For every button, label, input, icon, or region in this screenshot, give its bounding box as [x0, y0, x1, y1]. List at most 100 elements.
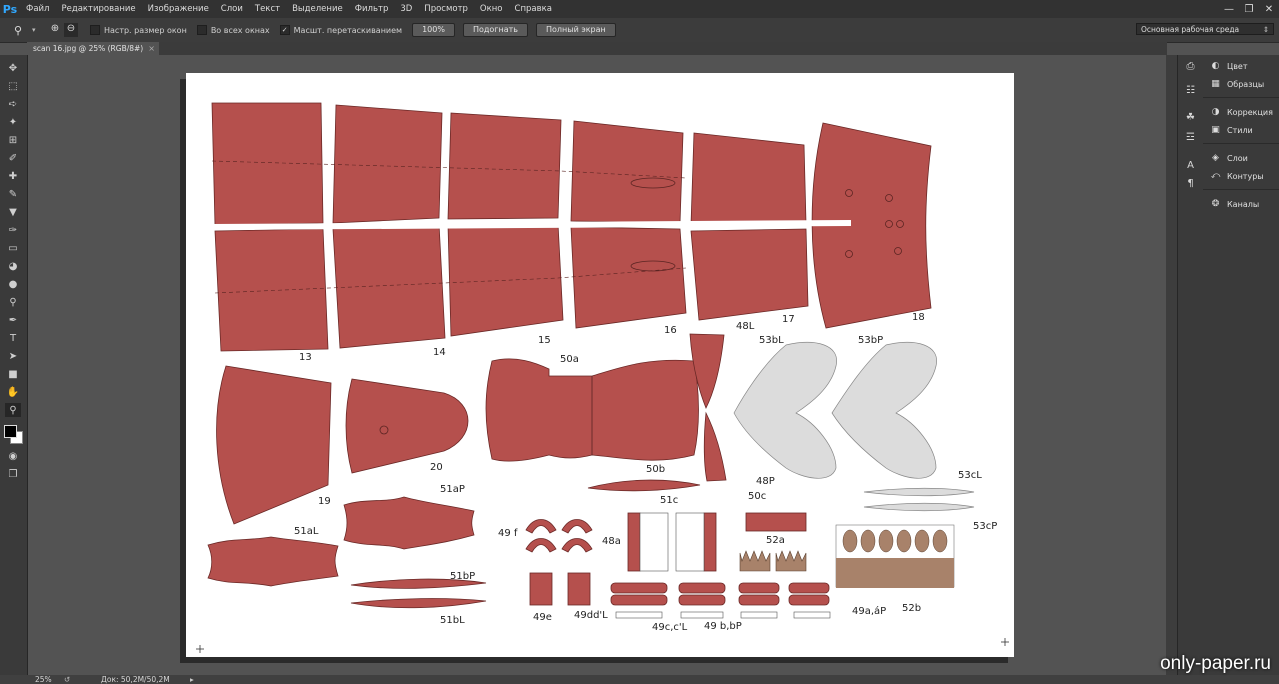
- panel-color[interactable]: ◐ Цвет: [1209, 58, 1248, 74]
- part-49f-arc-1: [525, 519, 557, 534]
- crop-tool-icon[interactable]: ⊞: [5, 133, 21, 147]
- minimize-icon[interactable]: —: [1219, 0, 1239, 18]
- tools-panel: ✥ ⬚ ➪ ✦ ⊞ ✐ ✚ ✎ ▼ ✑ ▭ ◕ ● ⚲ ✒ T ➤ ■ ✋ ⚲ …: [0, 55, 28, 675]
- part-49aa-2: [738, 594, 780, 606]
- checkbox-box: [90, 25, 100, 35]
- screen-mode-icon[interactable]: ❐: [5, 467, 21, 481]
- menu-filter[interactable]: Фильтр: [349, 4, 395, 14]
- menu-file[interactable]: Файл: [20, 4, 55, 14]
- brush-tool-icon[interactable]: ✎: [5, 187, 21, 201]
- paint-bucket-tool-icon[interactable]: ◕: [5, 259, 21, 273]
- rectangle-tool-icon[interactable]: ■: [5, 367, 21, 381]
- restore-icon[interactable]: ❐: [1239, 0, 1259, 18]
- eraser-tool-icon[interactable]: ▭: [5, 241, 21, 255]
- part-53bP: [831, 342, 937, 479]
- paths-icon: ⤺: [1210, 171, 1221, 181]
- part-49bb-2: [678, 594, 726, 606]
- menu-3d[interactable]: 3D: [394, 4, 418, 14]
- chevron-updown-icon: ⇕: [1262, 25, 1269, 34]
- label-52a: 52a: [766, 535, 785, 546]
- character-panel-icon[interactable]: A: [1184, 159, 1197, 172]
- zoom-tool-preset-icon[interactable]: ⚲: [14, 24, 32, 37]
- info-icon[interactable]: ↺: [64, 675, 70, 684]
- type-tool-icon[interactable]: T: [5, 331, 21, 345]
- resize-windows-checkbox[interactable]: Настр. размер окон: [90, 25, 187, 35]
- part-53cL: [863, 487, 975, 497]
- menu-window[interactable]: Окно: [474, 4, 509, 14]
- part-49dd: [567, 572, 591, 606]
- brush-presets-icon[interactable]: ☘: [1184, 111, 1197, 124]
- lasso-tool-icon[interactable]: ➪: [5, 97, 21, 111]
- label-48P: 48P: [756, 476, 775, 487]
- part-49-strip-1: [615, 611, 663, 619]
- history-panel-icon[interactable]: ⎙: [1184, 60, 1197, 73]
- hand-tool-icon[interactable]: ✋: [5, 385, 21, 399]
- document-canvas[interactable]: 13 14 15 16 17 18 19 20 50a 48L 48P 53bL…: [186, 73, 1014, 657]
- part-52b-blade-3: [878, 529, 894, 553]
- menu-layers[interactable]: Слои: [215, 4, 249, 14]
- label-51c: 51c: [660, 495, 678, 506]
- history-brush-tool-icon[interactable]: ✑: [5, 223, 21, 237]
- eyedropper-tool-icon[interactable]: ✐: [5, 151, 21, 165]
- status-menu-icon[interactable]: ▸: [190, 675, 194, 684]
- close-tab-icon[interactable]: ×: [148, 42, 155, 55]
- watermark: only-paper.ru: [1160, 653, 1271, 674]
- panel-label: Слои: [1227, 153, 1248, 163]
- panel-paths[interactable]: ⤺ Контуры: [1209, 168, 1264, 184]
- document-tab-title: scan 16.jpg @ 25% (RGB/8#): [33, 44, 144, 53]
- all-windows-checkbox[interactable]: Во всех окнах: [196, 25, 270, 35]
- panel-styles[interactable]: ▣ Стили: [1209, 122, 1253, 138]
- panel-swatches[interactable]: ▦ Образцы: [1209, 76, 1264, 92]
- path-selection-tool-icon[interactable]: ➤: [5, 349, 21, 363]
- panel-label: Стили: [1227, 125, 1253, 135]
- zoom-out-icon[interactable]: ⊖: [64, 23, 78, 37]
- zoom-in-icon[interactable]: ⊕: [48, 23, 62, 37]
- menu-type[interactable]: Текст: [249, 4, 286, 14]
- label-51aL: 51aL: [294, 526, 319, 537]
- fill-screen-button[interactable]: Полный экран: [536, 23, 616, 37]
- menu-image[interactable]: Изображение: [142, 4, 215, 14]
- marquee-tool-icon[interactable]: ⬚: [5, 79, 21, 93]
- quick-mask-icon[interactable]: ◉: [5, 449, 21, 463]
- quick-selection-tool-icon[interactable]: ✦: [5, 115, 21, 129]
- panel-channels[interactable]: ❂ Каналы: [1209, 196, 1259, 212]
- part-49bb-1: [678, 582, 726, 594]
- pen-tool-icon[interactable]: ✒: [5, 313, 21, 327]
- label-49ccL: 49c,c'L: [652, 622, 688, 633]
- part-51c-window-left: [639, 512, 669, 572]
- panel-icon-dock: ⎙ ☷ ☘ ☲ A ¶: [1177, 55, 1204, 675]
- tool-presets-icon[interactable]: ☲: [1184, 131, 1197, 144]
- zoom-level[interactable]: 25%: [35, 675, 52, 684]
- label-51aP: 51aP: [440, 484, 465, 495]
- part-17-bottom: [690, 228, 809, 321]
- fit-screen-button[interactable]: Подогнать: [462, 23, 528, 37]
- vertical-scrollbar[interactable]: [1166, 55, 1177, 675]
- zoom-tool-icon[interactable]: ⚲: [5, 403, 21, 417]
- properties-panel-icon[interactable]: ☷: [1184, 84, 1197, 97]
- dodge-tool-icon[interactable]: ⚲: [5, 295, 21, 309]
- workspace-select[interactable]: Основная рабочая среда ⇕: [1136, 23, 1274, 35]
- menu-view[interactable]: Просмотр: [418, 4, 474, 14]
- blur-tool-icon[interactable]: ●: [5, 277, 21, 291]
- healing-brush-tool-icon[interactable]: ✚: [5, 169, 21, 183]
- foreground-color-swatch[interactable]: [4, 425, 17, 438]
- move-tool-icon[interactable]: ✥: [5, 61, 21, 75]
- menu-edit[interactable]: Редактирование: [55, 4, 141, 14]
- panel-adjustments[interactable]: ◑ Коррекция: [1209, 104, 1273, 120]
- label-49e: 49e: [533, 612, 552, 623]
- menu-select[interactable]: Выделение: [286, 4, 349, 14]
- close-icon[interactable]: ✕: [1259, 0, 1279, 18]
- part-48a-arc-2: [561, 538, 593, 553]
- document-tab[interactable]: scan 16.jpg @ 25% (RGB/8#) ×: [27, 42, 159, 55]
- menu-help[interactable]: Справка: [509, 4, 558, 14]
- zoom-100-button[interactable]: 100%: [412, 23, 455, 37]
- chevron-down-icon[interactable]: ▾: [32, 26, 40, 34]
- part-19: [216, 365, 332, 525]
- paragraph-panel-icon[interactable]: ¶: [1184, 177, 1197, 190]
- clone-stamp-tool-icon[interactable]: ▼: [5, 205, 21, 219]
- label-13: 13: [299, 352, 312, 363]
- scrubby-zoom-checkbox[interactable]: ✓ Масшт. перетаскиванием: [279, 25, 402, 35]
- adjustments-icon: ◑: [1211, 107, 1220, 117]
- panel-layers[interactable]: ◈ Слои: [1209, 150, 1248, 166]
- label-16: 16: [664, 325, 677, 336]
